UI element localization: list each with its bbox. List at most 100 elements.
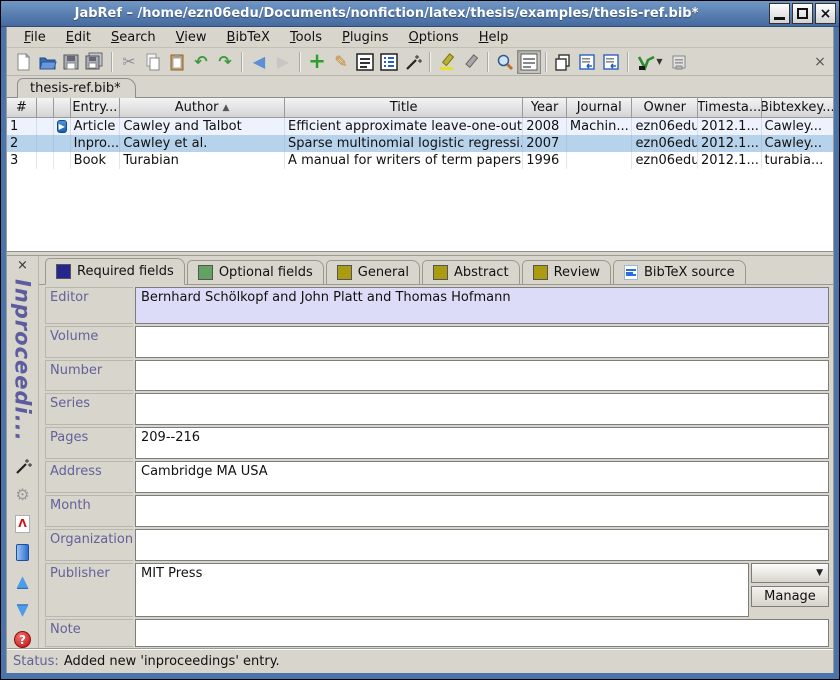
edit-entry-button[interactable]: ✎ [329,50,353,74]
entry-table: # Entry... Author ▲ Title Year Journal O… [7,98,833,252]
web-fetch-button[interactable]: ▼ [633,50,667,74]
toggle-groups-button[interactable] [377,50,401,74]
toggle-search-panel-button[interactable] [517,50,541,74]
tab-general[interactable]: General [326,260,420,284]
push-to-application-button[interactable] [667,50,691,74]
jabref-window: JabRef – /home/ezn06edu/Documents/nonfic… [0,0,840,680]
address-field[interactable]: Cambridge MA USA [135,461,829,493]
table-row[interactable]: 3 Book Turabian A manual for writers of … [7,152,833,169]
redo-button[interactable]: ↷ [213,50,237,74]
wand-icon [404,53,422,71]
open-pdf-button[interactable]: Λ [13,514,33,534]
toggle-preview-button[interactable] [353,50,377,74]
fetcher-icon [637,53,655,71]
header-num[interactable]: # [7,98,37,118]
month-field[interactable] [135,495,829,527]
entry-editor-tabs: Required fields Optional fields General … [39,256,833,285]
tab-review[interactable]: Review [522,260,611,284]
required-fields-panel: Editor Bernhard Schölkopf and John Platt… [39,285,833,649]
search-panel-icon [520,53,538,71]
database-tab[interactable]: thesis-ref.bib* [17,78,136,98]
paste-button[interactable] [165,50,189,74]
paste-icon [168,53,186,71]
tab-required-fields[interactable]: Required fields [45,258,185,285]
tab-optional-fields[interactable]: Optional fields [187,260,324,284]
back-button[interactable]: ◀ [247,50,271,74]
autogenerate-keys-button[interactable] [401,50,425,74]
tab-bibtex-source[interactable]: BibTeX source [613,260,746,284]
editor-field[interactable]: Bernhard Schölkopf and John Platt and Th… [135,287,829,324]
generate-key-button[interactable] [13,456,33,476]
header-year[interactable]: Year [523,98,567,118]
undo-button[interactable]: ↶ [189,50,213,74]
save-all-button[interactable] [83,50,107,74]
url-icon[interactable]: ▶ [57,120,67,133]
forward-icon: ▶ [277,54,289,70]
maximize-button[interactable] [792,3,813,24]
header-owner[interactable]: Owner [632,98,698,118]
menu-plugins[interactable]: Plugins [333,29,398,46]
import-plain-text-button[interactable] [575,50,599,74]
series-field[interactable] [135,393,829,425]
menu-bibtex[interactable]: BibTeX [218,29,279,46]
undo-icon: ↶ [194,54,207,70]
pages-field[interactable]: 209--216 [135,427,829,459]
organization-field[interactable] [135,529,829,561]
volume-field[interactable] [135,326,829,358]
optional-fields-icon [198,265,213,280]
search-button[interactable] [493,50,517,74]
open-file-button[interactable] [13,543,33,563]
header-icon1[interactable] [37,98,54,118]
field-label-editor: Editor [45,287,133,324]
duplicate-check-button[interactable] [551,50,575,74]
manage-button[interactable]: Manage [751,586,829,607]
new-entry-button[interactable]: + [305,50,329,74]
tab-abstract[interactable]: Abstract [422,260,520,284]
cut-button[interactable]: ✂ [117,50,141,74]
menu-bar: File Edit Search View BibTeX Tools Plugi… [7,27,833,48]
new-database-button[interactable] [11,50,35,74]
menu-options[interactable]: Options [400,29,468,46]
mark-entries-button[interactable] [435,50,459,74]
previous-entry-button[interactable]: ▲ [13,572,33,592]
number-field[interactable] [135,360,829,392]
publisher-field[interactable]: MIT Press [135,563,749,617]
field-label-volume: Volume [45,326,133,358]
header-icon2[interactable] [54,98,71,118]
settings-button[interactable]: ⚙ [13,485,33,505]
header-entrytype[interactable]: Entry... [71,98,121,118]
help-button[interactable]: ? [13,630,33,650]
header-journal[interactable]: Journal [567,98,633,118]
copy-button[interactable] [141,50,165,74]
close-button[interactable]: × [815,3,836,24]
header-author[interactable]: Author ▲ [120,98,285,118]
menu-view[interactable]: View [167,29,216,46]
minimize-button[interactable] [769,3,790,24]
header-bibtexkey[interactable]: Bibtexkey... [762,98,833,118]
menu-file[interactable]: File [15,29,55,46]
menu-edit[interactable]: Edit [57,29,100,46]
header-title[interactable]: Title [285,98,523,118]
save-database-button[interactable] [59,50,83,74]
next-entry-button[interactable]: ▼ [13,601,33,621]
publisher-preset-dropdown[interactable]: ▼ [751,563,829,583]
back-icon: ◀ [253,54,265,70]
sort-ascending-icon: ▲ [223,103,230,113]
header-timestamp[interactable]: Timesta... [698,98,762,118]
menu-help[interactable]: Help [470,29,518,46]
menu-search[interactable]: Search [102,29,165,46]
unmark-entries-button[interactable] [459,50,483,74]
menu-tools[interactable]: Tools [281,29,331,46]
table-row[interactable]: 1 ▶ Article Cawley and Talbot Efficient … [7,118,833,135]
forward-button[interactable]: ▶ [271,50,295,74]
close-entry-editor-button[interactable]: × [14,258,32,273]
import-plain-text-alt-button[interactable] [599,50,623,74]
import-text-icon [578,53,596,71]
field-label-series: Series [45,393,133,425]
dropdown-arrow-icon: ▼ [816,568,823,578]
required-fields-icon [56,264,71,279]
open-database-button[interactable] [35,50,59,74]
table-row-selected[interactable]: 2 Inpro... Cawley et al. Sparse multinom… [7,135,833,152]
note-field[interactable] [135,619,829,647]
sidepane-close-button[interactable]: × [811,54,829,70]
